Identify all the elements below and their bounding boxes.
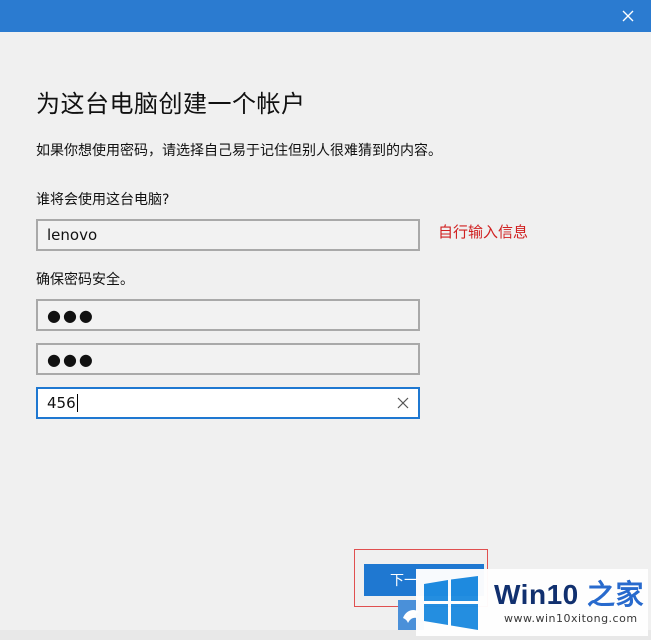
watermark: Win10 之家 www.win10xitong.com <box>416 569 648 636</box>
close-icon <box>622 10 634 22</box>
watermark-brand: Win10 之家 <box>494 573 644 613</box>
watermark-url: www.win10xitong.com <box>504 612 638 625</box>
password-input[interactable]: ●●● <box>36 299 420 331</box>
password-label: 确保密码安全。 <box>36 272 134 288</box>
password-confirm-input[interactable]: ●●● <box>36 343 420 375</box>
page-title: 为这台电脑创建一个帐户 <box>36 90 306 118</box>
windows-logo-icon <box>424 576 478 630</box>
username-label: 谁将会使用这台电脑? <box>36 192 170 208</box>
watermark-brand-latin: Win10 <box>494 579 579 610</box>
username-input[interactable]: lenovo <box>36 219 420 251</box>
next-button-label: 下一 <box>390 573 418 589</box>
text-caret <box>76 394 78 412</box>
dialog-content: 为这台电脑创建一个帐户 如果你想使用密码，请选择自己易于记住但别人很难猜到的内容… <box>0 32 651 640</box>
password-confirm-mask: ●●● <box>47 349 95 369</box>
close-button[interactable] <box>605 0 651 32</box>
password-mask: ●●● <box>47 305 95 325</box>
instruction-text: 如果你想使用密码，请选择自己易于记住但别人很难猜到的内容。 <box>36 143 442 159</box>
account-setup-window: 为这台电脑创建一个帐户 如果你想使用密码，请选择自己易于记住但别人很难猜到的内容… <box>0 0 651 640</box>
annotation-note: 自行输入信息 <box>438 223 529 241</box>
clear-icon <box>397 397 409 409</box>
watermark-brand-zh: 之家 <box>578 579 644 610</box>
clear-field-button[interactable] <box>394 394 412 412</box>
password-hint-input[interactable]: 456 <box>36 387 420 419</box>
username-value: lenovo <box>47 226 98 244</box>
password-hint-value: 456 <box>47 394 76 412</box>
title-bar <box>0 0 651 32</box>
